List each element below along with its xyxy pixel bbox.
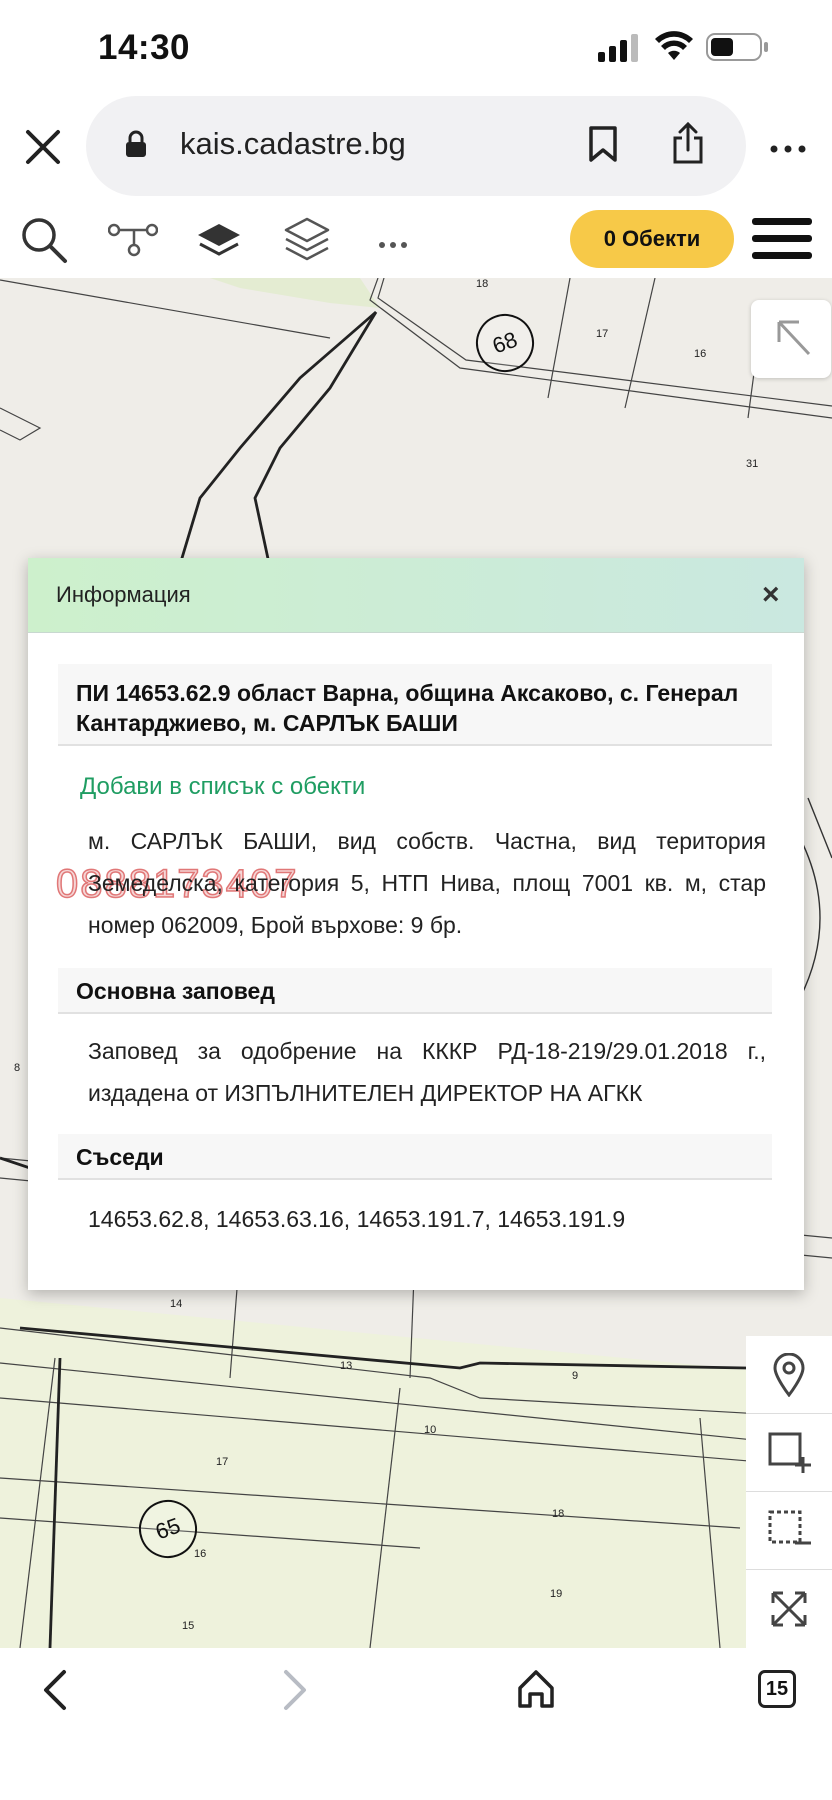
plot-number: 15: [182, 1620, 195, 1632]
layer-icon[interactable]: [196, 222, 242, 263]
plot-number: 17: [596, 328, 609, 340]
objects-button[interactable]: 0 Обекти: [570, 210, 734, 268]
share-icon[interactable]: [670, 121, 706, 169]
more-options-icon[interactable]: [770, 140, 806, 158]
close-tab-icon[interactable]: [20, 124, 66, 170]
plot-number: 17: [216, 1456, 229, 1468]
menu-icon[interactable]: [752, 218, 812, 262]
location-pin-icon[interactable]: [746, 1336, 832, 1414]
neighbors-section: Съседи: [58, 1134, 772, 1180]
parcel-heading-box: ПИ 14653.62.9 област Варна, община Аксак…: [58, 664, 772, 746]
layers-icon[interactable]: [284, 216, 330, 267]
plot-number: 16: [694, 348, 707, 360]
plot-number: 18: [552, 1508, 565, 1520]
plot-number: 16: [194, 1548, 207, 1560]
search-icon[interactable]: [20, 216, 68, 269]
lock-icon: [125, 130, 147, 163]
info-panel: Информация × ПИ 14653.62.9 област Варна,…: [28, 558, 804, 1290]
signal-icon: [598, 34, 642, 67]
parcel-heading: ПИ 14653.62.9 област Варна, община Аксак…: [76, 680, 739, 736]
tabs-counter[interactable]: 15: [758, 1670, 796, 1708]
status-time: 14:30: [98, 28, 191, 67]
wifi-icon: [654, 30, 694, 67]
route-icon[interactable]: [107, 222, 159, 263]
parcel-description: м. САРЛЪК БАШИ, вид собств. Частна, вид …: [88, 828, 766, 938]
add-to-objects-link[interactable]: Добави в списък с обекти: [80, 773, 365, 801]
plot-number: 9: [572, 1370, 579, 1382]
plot-number: 18: [476, 278, 489, 290]
plot-number: 10: [424, 1424, 437, 1436]
remove-area-icon[interactable]: [746, 1492, 832, 1570]
browser-bottom-bar: [0, 1648, 832, 1800]
close-icon[interactable]: ×: [762, 580, 780, 610]
plot-number: 14: [170, 1298, 183, 1310]
plot-number: 19: [550, 1588, 563, 1600]
home-icon[interactable]: [516, 1668, 556, 1715]
forward-icon[interactable]: [280, 1668, 310, 1717]
order-section: Основна заповед: [58, 968, 772, 1014]
neighbors-list: 14653.62.8, 14653.63.16, 14653.191.7, 14…: [88, 1206, 626, 1232]
info-title: Информация: [56, 582, 191, 607]
add-area-icon[interactable]: [746, 1414, 832, 1492]
more-tools-icon[interactable]: [378, 236, 408, 254]
plot-number: 31: [746, 458, 759, 470]
order-title: Основна заповед: [76, 978, 275, 1004]
fullscreen-icon[interactable]: [746, 1570, 832, 1647]
back-icon[interactable]: [40, 1668, 70, 1717]
map-controls: [746, 1336, 832, 1648]
order-text: Заповед за одобрение на КККР РД-18-219/2…: [88, 1038, 766, 1106]
url-text[interactable]: kais.cadastre.bg: [180, 126, 406, 162]
plot-number: 13: [340, 1360, 353, 1372]
select-arrow-button[interactable]: [751, 300, 831, 378]
plot-number: 8: [14, 1062, 21, 1074]
battery-icon: [706, 33, 770, 66]
bookmark-icon[interactable]: [588, 126, 618, 167]
neighbors-title: Съседи: [76, 1144, 164, 1170]
